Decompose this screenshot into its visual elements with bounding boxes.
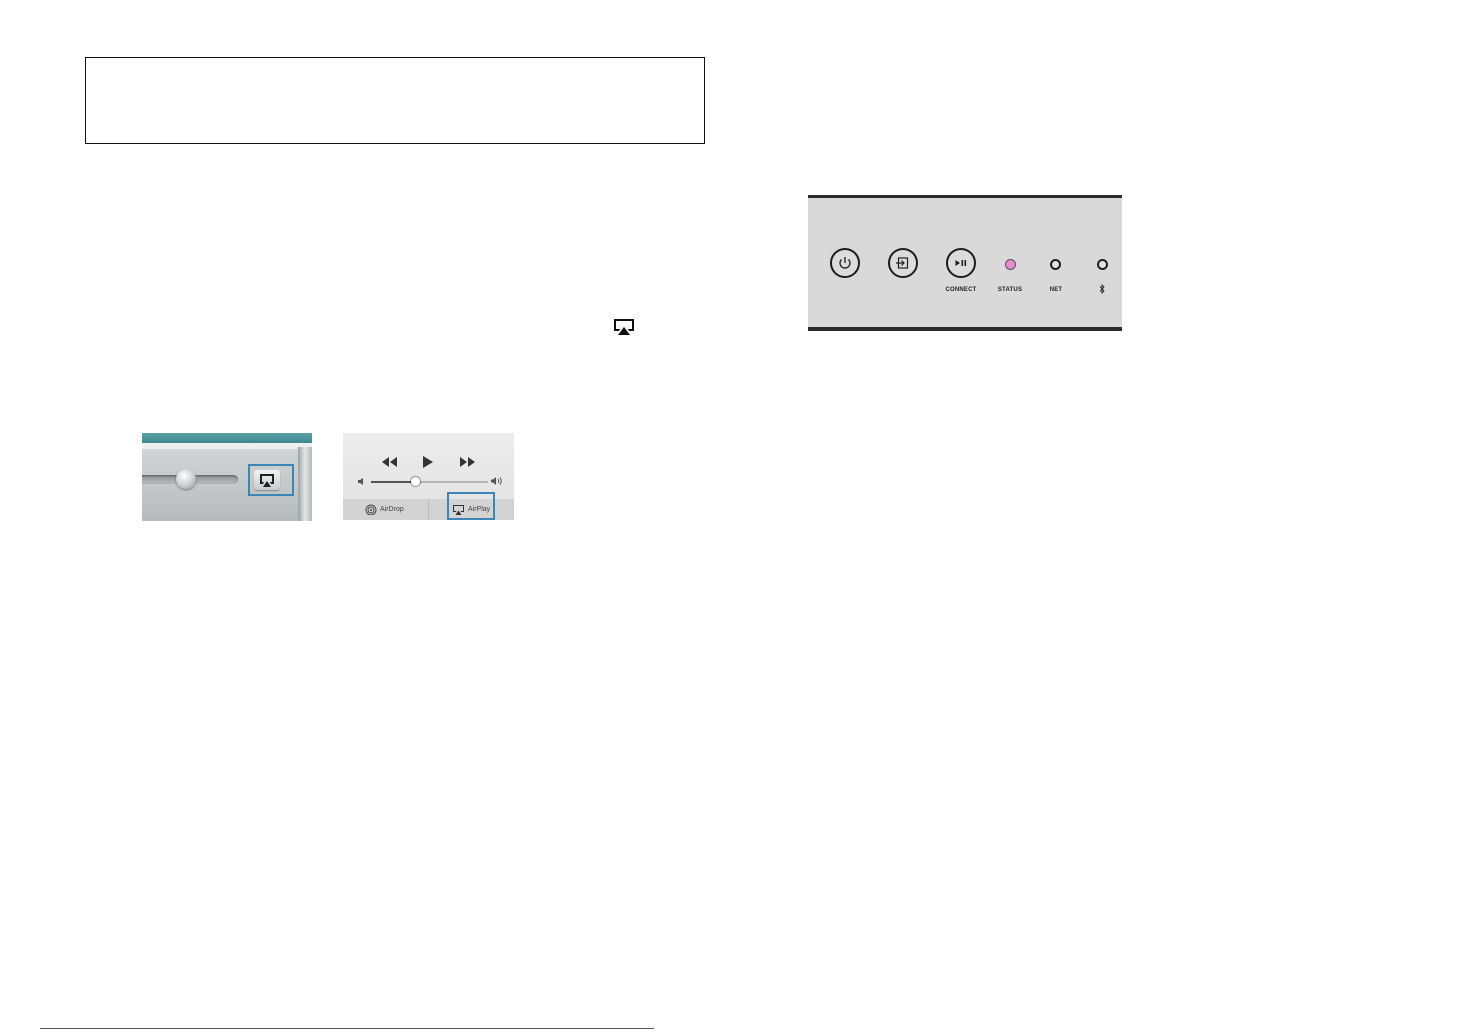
title-bar-highlight bbox=[142, 443, 312, 449]
airplay-highlight bbox=[248, 464, 294, 496]
airdrop-label: AirDrop bbox=[380, 505, 404, 513]
window-edge bbox=[298, 447, 312, 521]
fast-forward-icon[interactable] bbox=[459, 455, 477, 469]
status-label: STATUS bbox=[997, 287, 1023, 293]
net-label: NET bbox=[1049, 287, 1063, 293]
note-box bbox=[85, 57, 705, 144]
airplay-icon bbox=[614, 319, 634, 335]
volume-low-icon bbox=[358, 478, 363, 485]
itunes-screenshot bbox=[142, 433, 312, 521]
bluetooth-led bbox=[1097, 259, 1108, 270]
bottom-divider bbox=[428, 499, 429, 520]
play-icon[interactable] bbox=[422, 455, 434, 469]
bluetooth-icon bbox=[1099, 284, 1105, 294]
footer-rule bbox=[40, 1028, 654, 1029]
input-button[interactable] bbox=[888, 248, 918, 278]
ios-control-center-screenshot: AirDrop AirPlay bbox=[343, 433, 514, 520]
status-led bbox=[1005, 259, 1016, 270]
volume-fill bbox=[371, 481, 415, 483]
connect-label: CONNECT bbox=[945, 287, 977, 293]
volume-knob[interactable] bbox=[411, 477, 420, 486]
net-led bbox=[1050, 259, 1061, 270]
airdrop-button[interactable]: AirDrop bbox=[365, 503, 404, 515]
airdrop-icon bbox=[365, 504, 377, 515]
input-icon bbox=[896, 257, 909, 269]
rewind-icon[interactable] bbox=[380, 455, 398, 469]
front-panel: CONNECT STATUS NET bbox=[808, 195, 1122, 331]
volume-high-icon bbox=[491, 477, 502, 485]
volume-knob[interactable] bbox=[176, 469, 196, 489]
play-pause-icon bbox=[955, 260, 967, 266]
airplay-highlight bbox=[447, 492, 495, 520]
power-button[interactable] bbox=[830, 248, 860, 278]
connect-button[interactable] bbox=[946, 248, 976, 278]
power-icon bbox=[839, 257, 851, 269]
title-bar bbox=[142, 433, 312, 443]
